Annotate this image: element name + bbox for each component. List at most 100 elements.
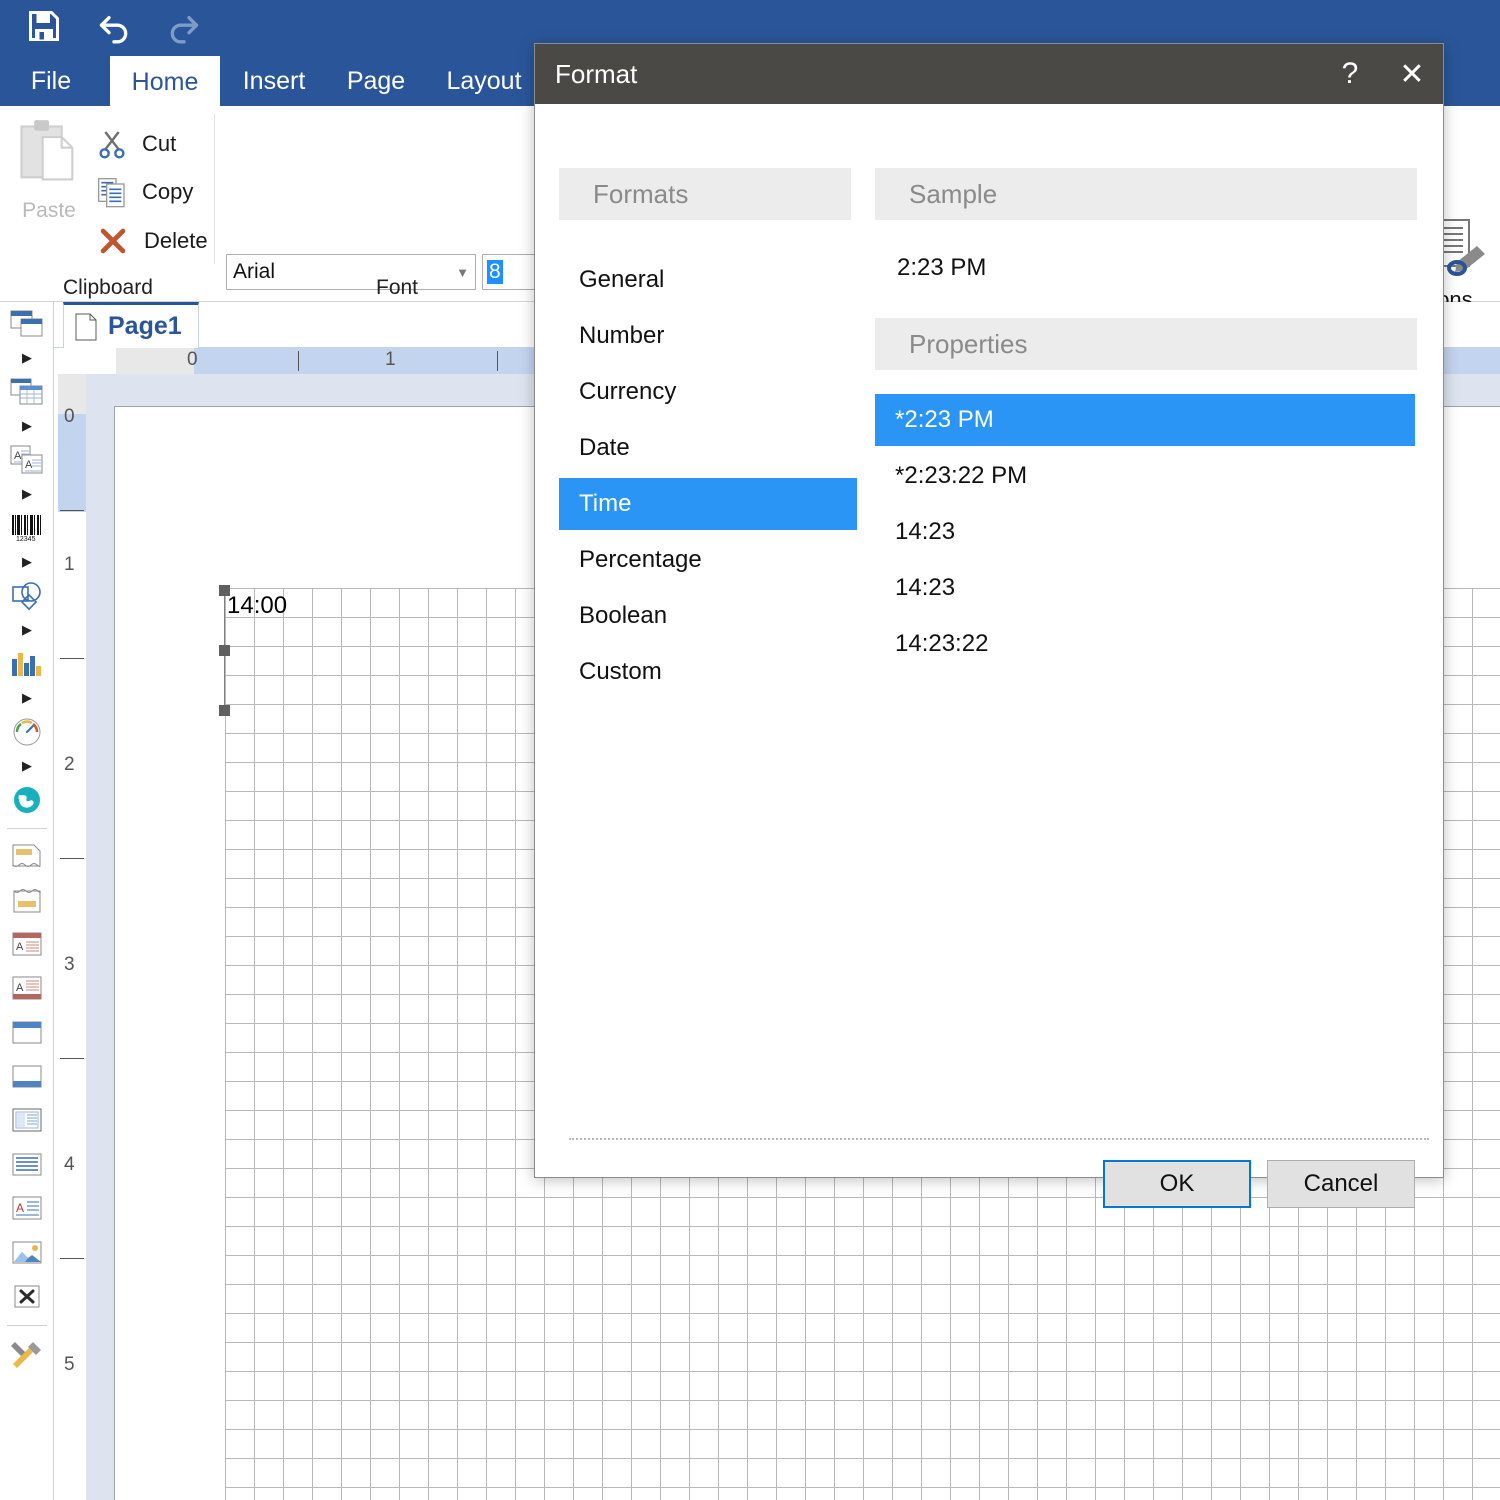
chart-tool-expander[interactable]: ▶: [0, 686, 54, 710]
font-family-value: Arial: [233, 260, 276, 283]
page-tab-page1[interactable]: Page1: [63, 302, 199, 348]
font-size-input[interactable]: 8: [482, 254, 540, 290]
cross-tool[interactable]: [0, 1275, 54, 1319]
page-header-tool[interactable]: [0, 835, 54, 879]
tab-page[interactable]: Page: [336, 56, 416, 106]
redo-icon: [162, 4, 206, 48]
copy-button[interactable]: Copy: [96, 176, 193, 208]
selected-element[interactable]: [219, 585, 230, 716]
text-tool-expander[interactable]: ▶: [0, 482, 54, 506]
report-footer-tool[interactable]: [0, 1055, 54, 1099]
tab-insert[interactable]: Insert: [228, 56, 320, 106]
chevron-down-icon[interactable]: ▼: [456, 265, 469, 280]
page-icon: [75, 313, 97, 340]
resize-handle-middle[interactable]: [219, 645, 230, 656]
cut-label: Cut: [142, 131, 177, 156]
format-item-percentage[interactable]: Percentage: [559, 534, 857, 586]
delete-x-icon: [100, 228, 126, 254]
svg-text:A: A: [25, 459, 33, 471]
format-item-number[interactable]: Number: [559, 310, 857, 362]
cancel-button[interactable]: Cancel: [1267, 1160, 1415, 1208]
page-tab-label: Page1: [108, 312, 182, 340]
svg-text:A: A: [16, 982, 24, 994]
table-tool-expander[interactable]: ▶: [0, 414, 54, 438]
save-icon[interactable]: [22, 4, 66, 48]
group-header-tool[interactable]: A: [0, 923, 54, 967]
selected-cell-text: 14:00: [227, 592, 288, 619]
font-family-input[interactable]: Arial ▼: [226, 254, 476, 290]
barcode-tool-expander[interactable]: ▶: [0, 550, 54, 574]
paste-icon: [20, 120, 74, 181]
dialog-action-buttons: OK Cancel: [1103, 1160, 1415, 1208]
property-item-3[interactable]: 14:23: [875, 562, 1415, 614]
shape-tool-expander[interactable]: ▶: [0, 618, 54, 642]
cut-button[interactable]: Cut: [96, 128, 176, 160]
v-ruler-tick-2: 2: [64, 754, 75, 775]
properties-list[interactable]: *2:23 PM *2:23:22 PM 14:23 14:23 14:23:2…: [875, 394, 1415, 674]
font-group-label: Font: [376, 276, 419, 299]
toolbox-divider-2: [7, 1325, 47, 1326]
formats-list[interactable]: General Number Currency Date Time Percen…: [559, 254, 857, 702]
format-item-boolean[interactable]: Boolean: [559, 590, 857, 642]
group-divider: [214, 114, 215, 264]
barcode-tool[interactable]: 12345: [0, 506, 54, 550]
dialog-title: Format: [555, 58, 638, 89]
table-tool[interactable]: [0, 370, 54, 414]
tab-layout[interactable]: Layout: [432, 56, 536, 106]
format-item-time[interactable]: Time: [559, 478, 857, 530]
detail-band-tool[interactable]: [0, 1143, 54, 1187]
chart-tool[interactable]: [0, 642, 54, 686]
svg-text:A: A: [14, 450, 22, 462]
panel-tool-expander[interactable]: ▶: [0, 346, 54, 370]
v-ruler-tick-5: 5: [64, 1354, 75, 1375]
h-ruler-tick-1: 1: [385, 349, 396, 370]
properties-section-header: Properties: [875, 318, 1417, 370]
map-tool[interactable]: [0, 778, 54, 822]
subreport-tool[interactable]: [0, 1099, 54, 1143]
v-ruler-tick-4: 4: [64, 1154, 75, 1175]
resize-handle-bottom[interactable]: [219, 705, 230, 716]
paste-label: Paste: [22, 199, 76, 222]
font-size-value: 8: [487, 260, 503, 284]
report-header-tool[interactable]: [0, 1011, 54, 1055]
delete-label: Delete: [144, 228, 208, 253]
rich-text-tool[interactable]: A: [0, 1187, 54, 1231]
dialog-separator: [569, 1138, 1429, 1140]
tab-file[interactable]: File: [14, 56, 88, 106]
picture-tool[interactable]: [0, 1231, 54, 1275]
tab-home[interactable]: Home: [110, 56, 220, 108]
property-item-1[interactable]: *2:23:22 PM: [875, 450, 1415, 502]
undo-icon[interactable]: [92, 4, 136, 48]
property-item-2[interactable]: 14:23: [875, 506, 1415, 558]
property-item-0[interactable]: *2:23 PM: [875, 394, 1415, 446]
v-ruler-tick-0: 0: [64, 406, 75, 427]
svg-text:A: A: [16, 941, 24, 953]
text-tool[interactable]: AA: [0, 438, 54, 482]
format-item-custom[interactable]: Custom: [559, 646, 857, 698]
property-item-4[interactable]: 14:23:22: [875, 618, 1415, 670]
delete-button[interactable]: Delete: [96, 224, 208, 258]
v-ruler-tick-1: 1: [64, 554, 75, 575]
formats-section-header: Formats: [559, 168, 851, 220]
format-item-date[interactable]: Date: [559, 422, 857, 474]
format-item-general[interactable]: General: [559, 254, 857, 306]
panel-tool[interactable]: [0, 302, 54, 346]
help-icon[interactable]: ?: [1319, 44, 1381, 104]
group-footer-tool[interactable]: A: [0, 967, 54, 1011]
format-item-currency[interactable]: Currency: [559, 366, 857, 418]
v-ruler-tick-3: 3: [64, 954, 75, 975]
toolbox-panel: ▶ ▶ AA ▶ 12345 ▶ ▶ ▶ ▶ A A A: [0, 302, 54, 1500]
page-footer-tool[interactable]: [0, 879, 54, 923]
gauge-tool-expander[interactable]: ▶: [0, 754, 54, 778]
dialog-body: Formats Sample Properties 2:23 PM Genera…: [535, 104, 1443, 1208]
tools-tool[interactable]: [0, 1332, 54, 1376]
ok-button[interactable]: OK: [1103, 1160, 1251, 1208]
paste-button: Paste: [14, 118, 84, 223]
dialog-titlebar: Format ? ✕: [535, 44, 1443, 104]
shape-tool[interactable]: [0, 574, 54, 618]
scissors-icon: [99, 131, 125, 159]
vertical-ruler[interactable]: 0 1 2 3 4 5: [54, 374, 86, 1500]
gauge-tool[interactable]: [0, 710, 54, 754]
close-icon[interactable]: ✕: [1381, 44, 1443, 104]
format-dialog: Format ? ✕ Formats Sample Properties 2:2…: [534, 43, 1444, 1208]
